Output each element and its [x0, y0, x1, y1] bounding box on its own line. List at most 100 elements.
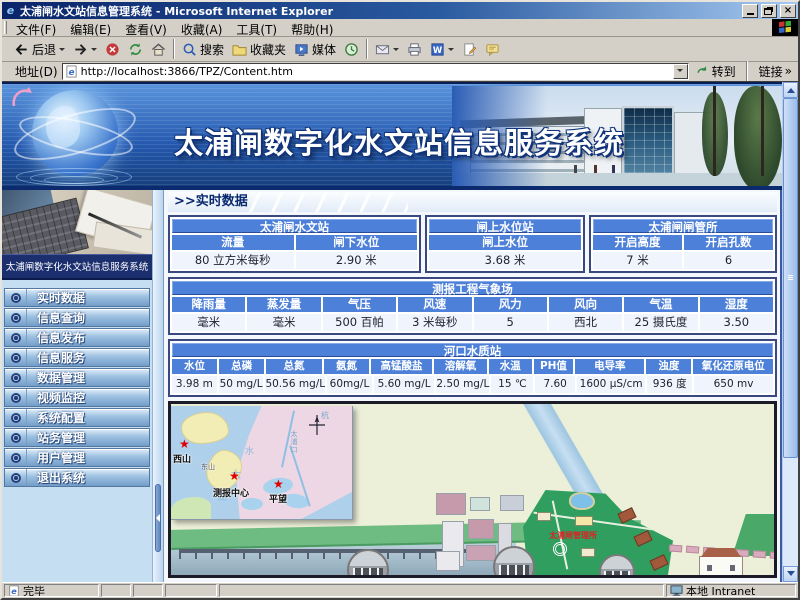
back-icon [14, 42, 29, 57]
column-header: 气温 [624, 297, 697, 312]
inset-water-char: 水 [245, 444, 254, 457]
table-cell: 3 米每秒 [398, 314, 471, 331]
close-button[interactable]: × [780, 4, 796, 18]
search-icon [182, 42, 197, 57]
mail-dropdown-icon[interactable] [393, 48, 399, 54]
home-button[interactable] [147, 40, 170, 59]
building-block [436, 493, 466, 515]
address-dropdown-button[interactable] [673, 64, 688, 79]
chevron-double-icon[interactable]: » [785, 64, 792, 78]
sidebar-item-label: 信息服务 [27, 349, 149, 366]
vertical-scrollbar[interactable] [782, 82, 798, 582]
table-cell: 3.98 m [172, 376, 217, 393]
frame-splitter[interactable] [152, 190, 164, 582]
links-button[interactable]: 链接 » [755, 63, 796, 80]
sidebar-item-info-service[interactable]: 信息服务 [4, 348, 150, 367]
search-label: 搜索 [200, 41, 224, 58]
scrollbar-thumb[interactable] [783, 98, 798, 458]
person-figure [594, 165, 597, 173]
overview-inset-map[interactable]: 杭 太浦口 水 太 湖 东山 ★ 西山 ★ 测报中心 ★ 平望 [171, 406, 353, 520]
table-cell: 6 [684, 252, 773, 269]
status-zone-pane: 本地 Intranet [666, 584, 796, 597]
frame-columns: 太浦闸数字化水文站信息服务系统 实时数据 信息查询 信息发布 [2, 190, 782, 582]
forward-icon [73, 42, 88, 57]
scroll-down-button[interactable] [783, 566, 798, 582]
back-button[interactable]: 后退 [10, 39, 69, 60]
menu-file[interactable]: 文件(F) [9, 19, 63, 36]
forward-button[interactable] [69, 40, 101, 59]
window-title: 太浦闸水文站信息管理系统 - Microsoft Internet Explor… [20, 3, 739, 19]
edit-dropdown-icon[interactable] [448, 48, 454, 54]
table-cell: 7.60 [535, 376, 574, 393]
stop-button[interactable] [101, 40, 124, 59]
sidebar-item-video-monitor[interactable]: 视频监控 [4, 388, 150, 407]
page-icon: e [65, 65, 78, 78]
building-block [633, 530, 652, 547]
park-building [575, 516, 593, 526]
sidebar-item-info-publish[interactable]: 信息发布 [4, 328, 150, 347]
page-icon: e [8, 585, 20, 597]
mail-button[interactable] [371, 40, 403, 59]
tree-trunk [761, 86, 764, 176]
discuss-button[interactable] [481, 40, 504, 59]
address-input-box: e [62, 63, 689, 80]
media-button[interactable]: 媒体 [290, 39, 340, 60]
roundabout [553, 542, 567, 556]
restore-button[interactable] [761, 4, 777, 18]
scroll-down-icon [787, 571, 795, 580]
favorites-button[interactable]: 收藏夹 [228, 39, 290, 60]
table-cell: 50.56 mg/L [265, 376, 325, 393]
address-input[interactable] [81, 65, 670, 78]
print-icon [407, 42, 422, 57]
menu-bar: 文件(F) 编辑(E) 查看(V) 收藏(A) 工具(T) 帮助(H) [2, 19, 798, 37]
splitter-collapse-handle[interactable] [155, 484, 161, 552]
word-icon: W [430, 42, 445, 57]
sidebar-item-user-management[interactable]: 用户管理 [4, 448, 150, 467]
sidebar-item-realtime-data[interactable]: 实时数据 [4, 288, 150, 307]
standard-toolbar: 后退 搜索 收藏夹 媒体 [2, 37, 798, 62]
sidebar-item-system-config[interactable]: 系统配置 [4, 408, 150, 427]
tree-trunk [713, 86, 716, 176]
sidebar-item-station-admin[interactable]: 站务管理 [4, 428, 150, 447]
history-button[interactable] [340, 40, 363, 59]
sidebar-item-data-management[interactable]: 数据管理 [4, 368, 150, 387]
toolbar-grip[interactable] [4, 21, 7, 34]
forward-dropdown-icon[interactable] [91, 48, 97, 54]
table-weather-station: 测报工程气象场 降雨量 蒸发量 气压 风速 风力 风向 气温 湿度 毫米 毫米 [168, 277, 777, 335]
menu-view[interactable]: 查看(V) [118, 19, 174, 36]
status-bar: e 完毕 本地 Intranet [2, 582, 798, 598]
site-map[interactable]: 太浦闸管理所 [168, 401, 777, 578]
swirl-arrow-icon [10, 86, 36, 110]
callout-building [604, 571, 630, 578]
edit-word-button[interactable]: W [426, 40, 458, 59]
ripple-ring [44, 176, 104, 184]
back-dropdown-icon[interactable] [59, 48, 65, 54]
table-cell: 西北 [549, 314, 622, 331]
sidebar-item-label: 退出系统 [27, 469, 149, 486]
sidebar-item-info-query[interactable]: 信息查询 [4, 308, 150, 327]
column-header: 总磷 [219, 359, 264, 374]
search-button[interactable]: 搜索 [178, 39, 228, 60]
table-upstream-level-station: 闸上水位站 闸上水位 3.68 米 [425, 215, 585, 273]
table-cell: 60mg/L [327, 376, 372, 393]
menu-edit[interactable]: 编辑(E) [63, 19, 118, 36]
column-header: 闸下水位 [296, 235, 418, 250]
menu-tools[interactable]: 工具(T) [229, 19, 284, 36]
menu-help[interactable]: 帮助(H) [284, 19, 340, 36]
media-label: 媒体 [312, 41, 336, 58]
print-button[interactable] [403, 40, 426, 59]
toolbar-separator [173, 39, 175, 59]
sidebar-item-exit-system[interactable]: 退出系统 [4, 468, 150, 487]
edit-page-button[interactable] [458, 40, 481, 59]
table-cell: 5 [474, 314, 547, 331]
sidebar-item-label: 视频监控 [27, 389, 149, 406]
column-header: 水位 [172, 359, 217, 374]
table-title: 测报工程气象场 [172, 281, 773, 295]
scroll-up-button[interactable] [783, 82, 798, 98]
building-block [617, 507, 636, 524]
sidebar-item-label: 信息发布 [27, 329, 149, 346]
refresh-button[interactable] [124, 40, 147, 59]
go-button[interactable]: 转到 [693, 63, 739, 80]
menu-favorites[interactable]: 收藏(A) [174, 19, 230, 36]
minimize-button[interactable] [742, 4, 758, 18]
